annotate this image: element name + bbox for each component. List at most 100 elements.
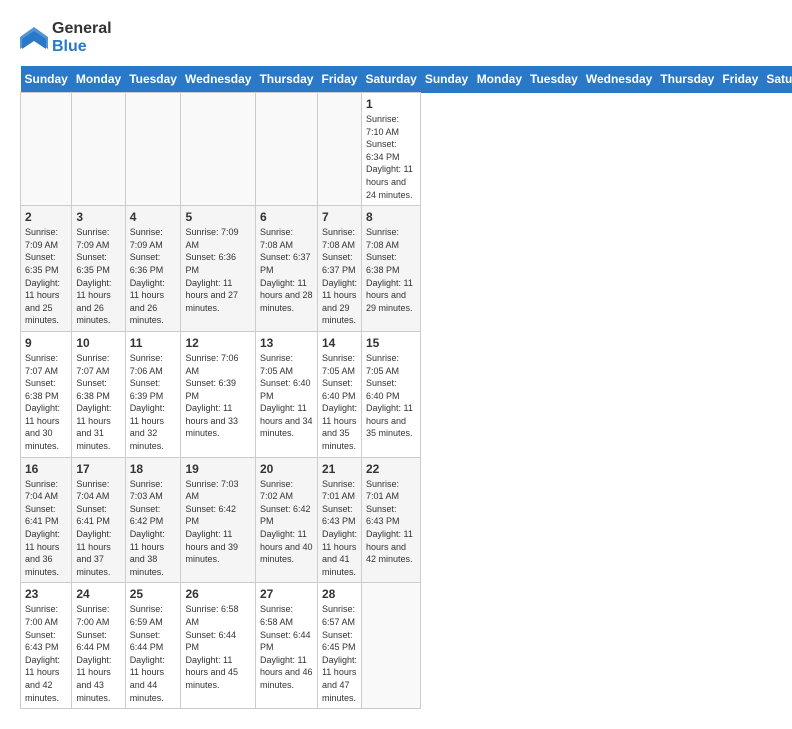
calendar-day [21, 93, 72, 206]
calendar-day [72, 93, 125, 206]
day-info: Sunrise: 7:09 AM Sunset: 6:35 PM Dayligh… [76, 226, 120, 327]
header-wednesday: Wednesday [181, 66, 255, 93]
day-number: 5 [185, 210, 250, 224]
calendar-week-0: 1 Sunrise: 7:10 AM Sunset: 6:34 PM Daylig… [21, 93, 792, 206]
calendar-day: 3 Sunrise: 7:09 AM Sunset: 6:35 PM Daylig… [72, 206, 125, 332]
day-number: 9 [25, 336, 67, 350]
day-number: 10 [76, 336, 120, 350]
calendar-day: 9 Sunrise: 7:07 AM Sunset: 6:38 PM Daylig… [21, 331, 72, 457]
header-tuesday: Tuesday [125, 66, 181, 93]
day-info: Sunrise: 6:58 AM Sunset: 6:44 PM Dayligh… [185, 603, 250, 691]
day-number: 7 [322, 210, 357, 224]
header-thursday: Thursday [656, 66, 718, 93]
day-number: 1 [366, 97, 416, 111]
day-info: Sunrise: 7:06 AM Sunset: 6:39 PM Dayligh… [185, 352, 250, 440]
header-monday: Monday [473, 66, 526, 93]
calendar-day: 27 Sunrise: 6:58 AM Sunset: 6:44 PM Dayli… [255, 583, 317, 709]
header-monday: Monday [72, 66, 125, 93]
day-number: 11 [130, 336, 177, 350]
day-info: Sunrise: 7:09 AM Sunset: 6:35 PM Dayligh… [25, 226, 67, 327]
day-info: Sunrise: 7:08 AM Sunset: 6:38 PM Dayligh… [366, 226, 416, 314]
header-sunday: Sunday [21, 66, 72, 93]
day-info: Sunrise: 7:02 AM Sunset: 6:42 PM Dayligh… [260, 478, 313, 566]
calendar-day: 25Sunrise: 6:59 AM Sunset: 6:44 PM Dayli… [125, 583, 181, 709]
calendar-day [317, 93, 361, 206]
day-number: 28 [322, 587, 357, 601]
calendar-day [361, 583, 420, 709]
header-saturday: Saturday [762, 66, 792, 93]
day-info: Sunrise: 7:07 AM Sunset: 6:38 PM Dayligh… [25, 352, 67, 453]
calendar-day: 11 Sunrise: 7:06 AM Sunset: 6:39 PM Dayli… [125, 331, 181, 457]
calendar-day: 15 Sunrise: 7:05 AM Sunset: 6:40 PM Dayli… [361, 331, 420, 457]
calendar-day: 4Sunrise: 7:09 AM Sunset: 6:36 PM Daylig… [125, 206, 181, 332]
day-number: 2 [25, 210, 67, 224]
calendar-day: 23 Sunrise: 7:00 AM Sunset: 6:43 PM Dayli… [21, 583, 72, 709]
calendar-day: 7 Sunrise: 7:08 AM Sunset: 6:37 PM Daylig… [317, 206, 361, 332]
calendar-day: 12 Sunrise: 7:06 AM Sunset: 6:39 PM Dayli… [181, 331, 255, 457]
calendar-week-4: 23 Sunrise: 7:00 AM Sunset: 6:43 PM Dayli… [21, 583, 792, 709]
day-number: 22 [366, 462, 416, 476]
calendar-day: 19 Sunrise: 7:03 AM Sunset: 6:42 PM Dayli… [181, 457, 255, 583]
calendar-day: 16Sunrise: 7:04 AM Sunset: 6:41 PM Dayli… [21, 457, 72, 583]
calendar-day: 5 Sunrise: 7:09 AM Sunset: 6:36 PM Daylig… [181, 206, 255, 332]
calendar-day: 14 Sunrise: 7:05 AM Sunset: 6:40 PM Dayli… [317, 331, 361, 457]
header-thursday: Thursday [255, 66, 317, 93]
day-number: 19 [185, 462, 250, 476]
calendar-day: 21Sunrise: 7:01 AM Sunset: 6:43 PM Dayli… [317, 457, 361, 583]
calendar-day: 24 Sunrise: 7:00 AM Sunset: 6:44 PM Dayli… [72, 583, 125, 709]
day-info: Sunrise: 7:08 AM Sunset: 6:37 PM Dayligh… [260, 226, 313, 314]
day-number: 25 [130, 587, 177, 601]
calendar-day [181, 93, 255, 206]
header-sunday: Sunday [421, 66, 473, 93]
day-info: Sunrise: 7:08 AM Sunset: 6:37 PM Dayligh… [322, 226, 357, 327]
day-info: Sunrise: 7:03 AM Sunset: 6:42 PM Dayligh… [130, 478, 177, 579]
day-info: Sunrise: 7:00 AM Sunset: 6:44 PM Dayligh… [76, 603, 120, 704]
calendar-week-1: 2 Sunrise: 7:09 AM Sunset: 6:35 PM Daylig… [21, 206, 792, 332]
day-number: 13 [260, 336, 313, 350]
day-info: Sunrise: 7:01 AM Sunset: 6:43 PM Dayligh… [366, 478, 416, 566]
calendar-day: 18 Sunrise: 7:03 AM Sunset: 6:42 PM Dayli… [125, 457, 181, 583]
day-number: 4 [130, 210, 177, 224]
header-saturday: Saturday [361, 66, 420, 93]
day-info: Sunrise: 7:00 AM Sunset: 6:43 PM Dayligh… [25, 603, 67, 704]
calendar-day [125, 93, 181, 206]
day-number: 3 [76, 210, 120, 224]
day-info: Sunrise: 6:58 AM Sunset: 6:44 PM Dayligh… [260, 603, 313, 691]
day-number: 15 [366, 336, 416, 350]
day-info: Sunrise: 7:10 AM Sunset: 6:34 PM Dayligh… [366, 113, 416, 201]
day-info: Sunrise: 7:05 AM Sunset: 6:40 PM Dayligh… [366, 352, 416, 440]
day-number: 17 [76, 462, 120, 476]
day-number: 24 [76, 587, 120, 601]
day-info: Sunrise: 7:03 AM Sunset: 6:42 PM Dayligh… [185, 478, 250, 566]
day-info: Sunrise: 7:05 AM Sunset: 6:40 PM Dayligh… [322, 352, 357, 453]
logo-general-text: General [52, 20, 112, 37]
logo-icon [20, 27, 48, 49]
calendar-day: 1 Sunrise: 7:10 AM Sunset: 6:34 PM Daylig… [361, 93, 420, 206]
day-info: Sunrise: 7:06 AM Sunset: 6:39 PM Dayligh… [130, 352, 177, 453]
calendar-day: 10 Sunrise: 7:07 AM Sunset: 6:38 PM Dayli… [72, 331, 125, 457]
day-info: Sunrise: 7:07 AM Sunset: 6:38 PM Dayligh… [76, 352, 120, 453]
day-number: 14 [322, 336, 357, 350]
calendar-day: 2 Sunrise: 7:09 AM Sunset: 6:35 PM Daylig… [21, 206, 72, 332]
day-number: 27 [260, 587, 313, 601]
calendar-day: 13 Sunrise: 7:05 AM Sunset: 6:40 PM Dayli… [255, 331, 317, 457]
calendar-day: 6Sunrise: 7:08 AM Sunset: 6:37 PM Daylig… [255, 206, 317, 332]
logo: General Blue [20, 20, 112, 56]
day-number: 12 [185, 336, 250, 350]
day-number: 23 [25, 587, 67, 601]
calendar-header-row: SundayMondayTuesdayWednesdayThursdayFrid… [21, 66, 792, 93]
day-info: Sunrise: 7:09 AM Sunset: 6:36 PM Dayligh… [185, 226, 250, 314]
day-number: 20 [260, 462, 313, 476]
calendar-day: 22 Sunrise: 7:01 AM Sunset: 6:43 PM Dayli… [361, 457, 420, 583]
day-info: Sunrise: 6:57 AM Sunset: 6:45 PM Dayligh… [322, 603, 357, 704]
calendar-day: 26Sunrise: 6:58 AM Sunset: 6:44 PM Dayli… [181, 583, 255, 709]
day-info: Sunrise: 7:05 AM Sunset: 6:40 PM Dayligh… [260, 352, 313, 440]
day-number: 8 [366, 210, 416, 224]
calendar-day: 28 Sunrise: 6:57 AM Sunset: 6:45 PM Dayli… [317, 583, 361, 709]
day-number: 21 [322, 462, 357, 476]
calendar-day: 17Sunrise: 7:04 AM Sunset: 6:41 PM Dayli… [72, 457, 125, 583]
day-number: 18 [130, 462, 177, 476]
day-number: 16 [25, 462, 67, 476]
calendar-day: 20 Sunrise: 7:02 AM Sunset: 6:42 PM Dayli… [255, 457, 317, 583]
calendar-week-3: 16Sunrise: 7:04 AM Sunset: 6:41 PM Dayli… [21, 457, 792, 583]
